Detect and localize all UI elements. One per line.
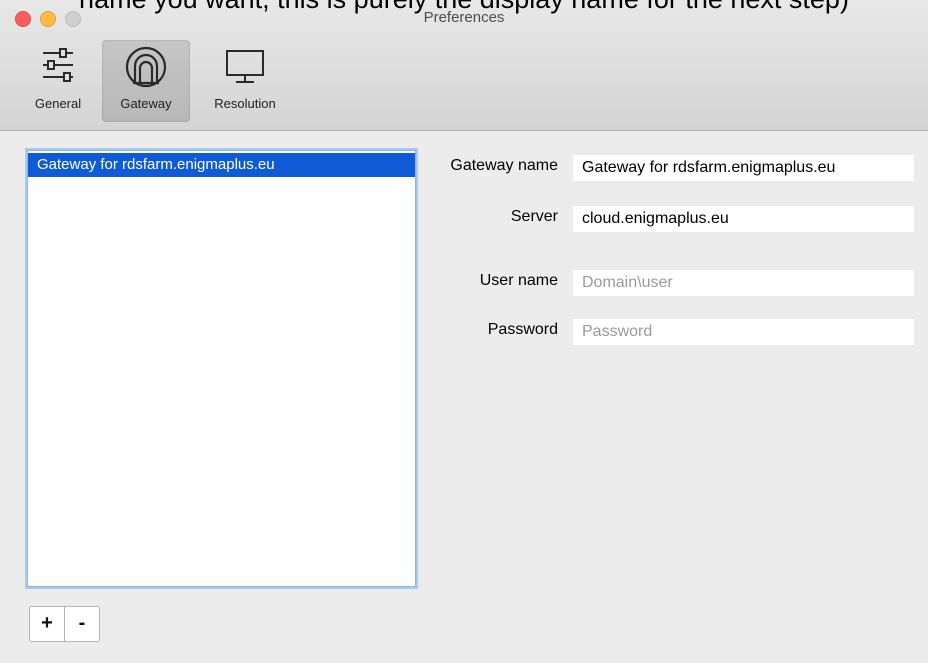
add-remove-control: + - <box>29 606 100 642</box>
password-label: Password <box>487 321 558 338</box>
server-field[interactable] <box>573 206 914 232</box>
preferences-window: name you want, this is purely the displa… <box>0 0 928 663</box>
gateway-name-label: Gateway name <box>450 157 558 174</box>
tab-resolution[interactable]: Resolution <box>200 40 290 122</box>
add-gateway-button[interactable]: + <box>30 607 64 641</box>
remove-gateway-button[interactable]: - <box>64 607 99 641</box>
list-item[interactable]: Gateway for rdsfarm.enigmaplus.eu <box>28 153 415 177</box>
tab-gateway-label: Gateway <box>120 96 172 111</box>
password-field[interactable] <box>573 319 914 345</box>
user-name-label: User name <box>479 272 558 289</box>
user-name-field[interactable] <box>573 270 914 296</box>
tab-resolution-label: Resolution <box>214 96 276 111</box>
window-title: Preferences <box>423 9 505 26</box>
gateway-tunnel-icon <box>125 46 167 88</box>
monitor-icon <box>226 50 264 83</box>
tab-gateway[interactable]: Gateway <box>102 40 190 122</box>
tab-general-label: General <box>34 96 82 111</box>
sliders-icon <box>43 48 73 82</box>
tab-general[interactable]: General <box>20 40 96 122</box>
gateway-list[interactable]: Gateway for rdsfarm.enigmaplus.eu <box>27 150 416 587</box>
gateway-name-field[interactable] <box>573 155 914 181</box>
server-label: Server <box>510 208 558 225</box>
